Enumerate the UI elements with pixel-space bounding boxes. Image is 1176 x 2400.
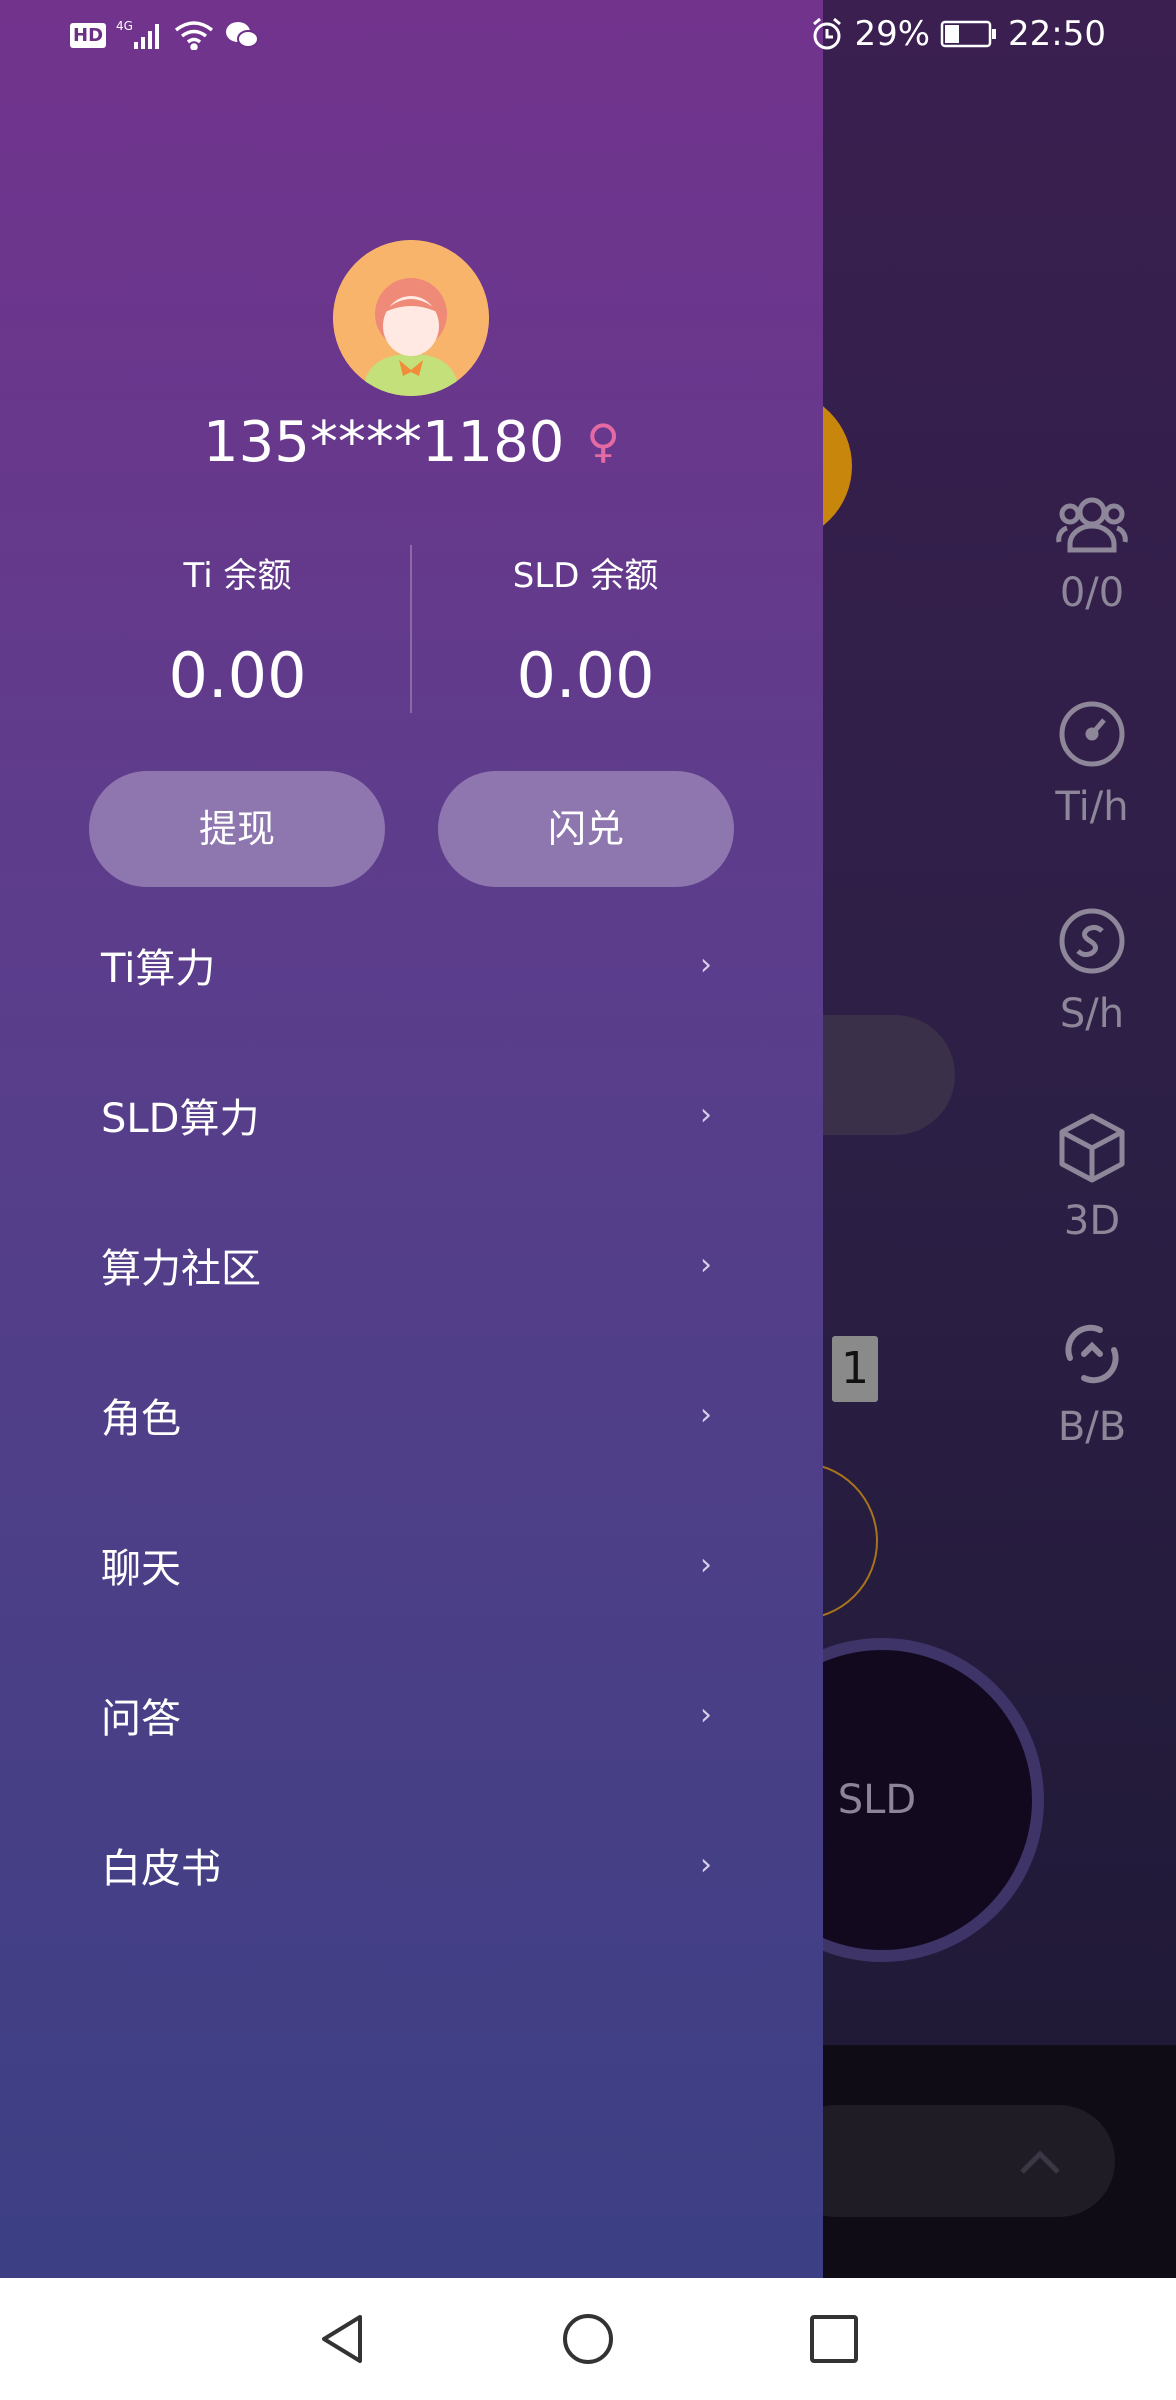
chevron-right-icon: › [700,1697,712,1733]
battery-icon [940,20,997,48]
sld-mine-button-label: SLD [837,1777,917,1823]
hd-icon: HD [70,22,107,48]
stat-3d[interactable]: 3D [1040,1112,1144,1244]
background-expand-pill[interactable] [780,2105,1115,2217]
exchange-button[interactable]: 闪兑 [438,771,734,887]
wechat-icon [226,22,260,48]
chevron-up-icon[interactable] [1018,2140,1062,2184]
menu-item-label: 算力社区 [101,1246,261,1292]
status-left: HD 4G [70,20,260,50]
chevron-right-icon: › [700,1247,712,1283]
menu-item-qa[interactable]: 问答 › [0,1640,823,1790]
user-info: 135****1180 ♀ [0,410,823,475]
menu-item-role[interactable]: 角色 › [0,1340,823,1490]
menu-item-chat[interactable]: 聊天 › [0,1490,823,1640]
menu-item-label: 白皮书 [101,1846,221,1892]
menu-item-whitepaper[interactable]: 白皮书 › [0,1790,823,1940]
chevron-right-icon: › [700,1547,712,1583]
stat-ti-rate[interactable]: Ti/h [1040,698,1144,830]
chevron-right-icon: › [700,1847,712,1883]
menu-item-label: 角色 [101,1396,181,1442]
chevron-right-icon: › [700,1097,712,1133]
chevron-right-icon: › [700,1397,712,1433]
menu-item-label: SLD算力 [101,1096,260,1142]
withdraw-button[interactable]: 提现 [89,771,385,887]
stat-bb-label: B/B [1057,1404,1127,1450]
stat-users[interactable]: 0/0 [1040,492,1144,616]
female-icon: ♀ [586,414,621,468]
users-icon [1056,497,1128,553]
system-nav-bar [0,2278,1176,2400]
navigation-drawer: 135****1180 ♀ Ti 余额 0.00 SLD 余额 0.00 提现 闪… [0,0,823,2278]
status-bar: HD 4G 29% 22:50 [0,0,1176,72]
back-icon[interactable] [314,2311,370,2367]
refresh-icon [1065,1324,1119,1384]
network-type: 4G [116,20,133,33]
stat-s-rate-label: S/h [1059,991,1125,1037]
status-right: 29% 22:50 [810,14,1106,54]
sld-balance-label: SLD 余额 [512,556,659,596]
home-icon[interactable] [560,2311,616,2367]
stat-ti-rate-label: Ti/h [1055,784,1129,830]
cube-icon [1059,1113,1125,1183]
clock: 22:50 [1008,14,1106,54]
avatar-girl-icon [333,240,489,396]
background-counter: 1 [832,1336,878,1402]
chevron-right-icon: › [700,947,712,983]
wifi-icon [174,21,214,50]
menu-item-sld-hashrate[interactable]: SLD算力 › [0,1040,823,1190]
stat-users-label: 0/0 [1059,570,1125,616]
stat-bb[interactable]: B/B [1040,1318,1144,1450]
avatar[interactable] [333,240,489,396]
menu-item-community[interactable]: 算力社区 › [0,1190,823,1340]
menu-item-label: Ti算力 [101,946,216,992]
menu-item-label: 聊天 [101,1546,181,1592]
recents-icon[interactable] [806,2311,862,2367]
signal-icon: 4G [116,20,160,49]
sld-balance-value: 0.00 [516,639,655,712]
menu-item-ti-hashrate[interactable]: Ti算力 › [0,890,823,1040]
stat-s-rate[interactable]: S/h [1040,905,1144,1037]
stat-3d-label: 3D [1063,1198,1121,1244]
s-coin-icon [1059,908,1125,974]
user-phone: 135****1180 [202,410,565,475]
sld-balance: SLD 余额 0.00 [380,548,791,712]
battery-percent: 29% [854,14,931,54]
menu-item-label: 问答 [101,1696,181,1742]
speedometer-icon [1059,701,1125,767]
alarm-icon [813,17,842,50]
